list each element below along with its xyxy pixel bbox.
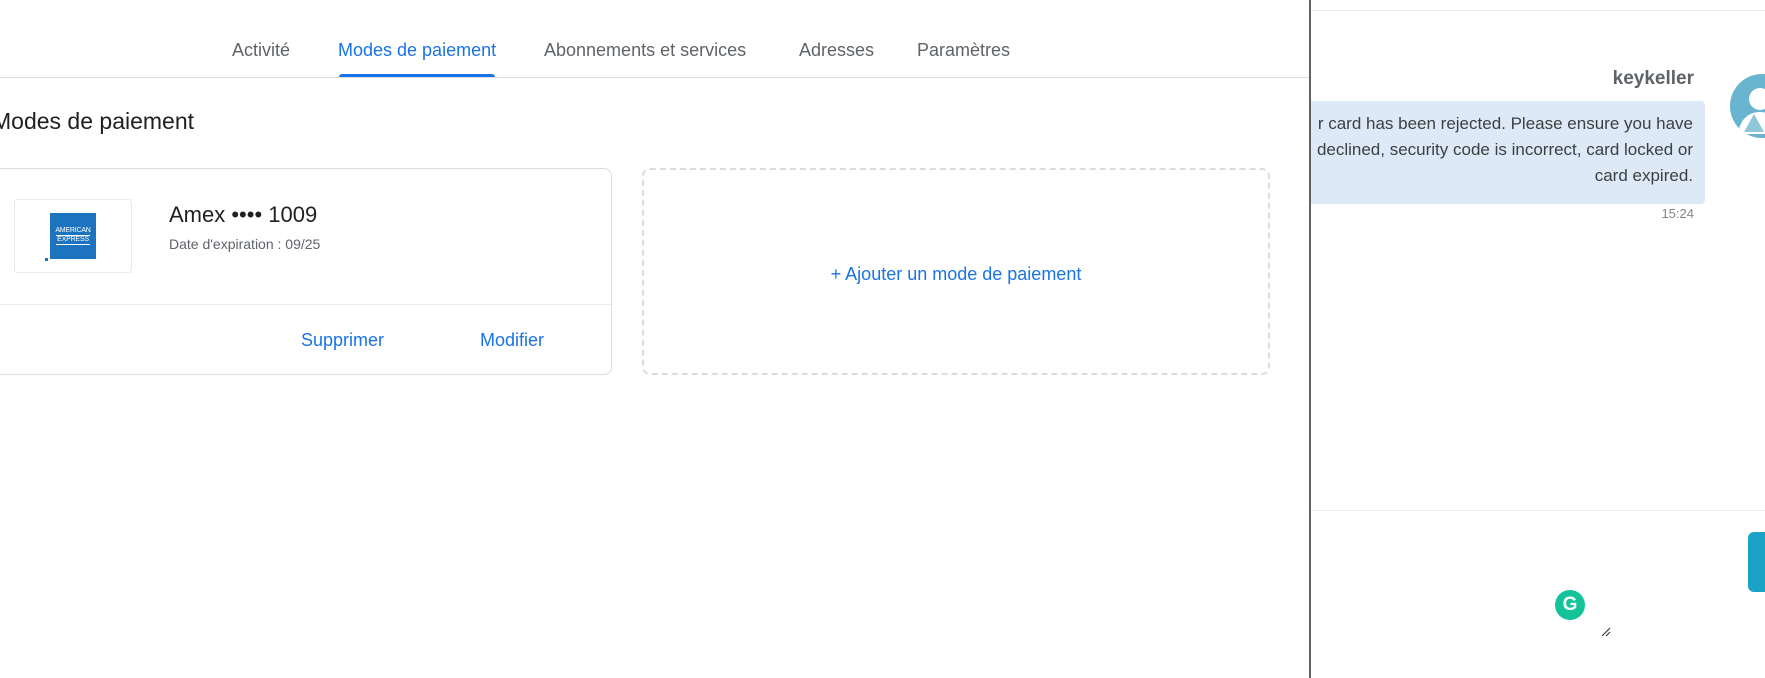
amex-logo-icon: AMERICAN EXPRESS	[50, 213, 96, 259]
message-line: r card has been rejected. Please ensure …	[1317, 114, 1693, 133]
amex-logo-line-1: AMERICAN	[55, 227, 91, 234]
chat-panel: keykeller r card has been rejected. Plea…	[1311, 0, 1765, 678]
tab-label: Adresses	[799, 40, 875, 60]
tab-label: Modes de paiement	[338, 40, 497, 60]
tab-activite[interactable]: Activité	[232, 40, 290, 77]
card-name: Amex •••• 1009	[169, 202, 318, 227]
delete-card-button[interactable]: Supprimer	[301, 330, 384, 351]
edit-card-button[interactable]: Modifier	[480, 330, 544, 351]
amex-logo-line-2: EXPRESS	[56, 235, 90, 245]
tab-label: Abonnements et services	[544, 40, 747, 60]
tab-adresses[interactable]: Adresses	[799, 40, 874, 77]
card-logo-frame: AMERICAN EXPRESS	[14, 199, 132, 273]
amex-logo-mark	[45, 258, 48, 261]
resize-handle-glyph	[1601, 627, 1611, 637]
add-payment-method-label: + Ajouter un mode de paiement	[830, 264, 1082, 284]
tab-label: Paramètres	[917, 40, 1011, 60]
active-tab-indicator	[339, 74, 496, 77]
compose-divider	[1311, 510, 1765, 511]
chat-header-divider	[1311, 10, 1765, 11]
add-payment-method-button[interactable]: + Ajouter un mode de paiement	[642, 168, 1270, 375]
message-timestamp: 15:24	[1661, 206, 1694, 221]
card-expiry: Date d'expiration : 09/25	[169, 236, 321, 252]
message-line: card expired.	[1594, 166, 1693, 185]
section-title: Modes de paiement	[0, 108, 195, 134]
message-line: declined, security code is incorrect, ca…	[1316, 140, 1693, 159]
tab-parametres[interactable]: Paramètres	[917, 40, 1010, 77]
send-button[interactable]	[1748, 532, 1765, 592]
tab-label: Activité	[232, 40, 291, 60]
message-bubble: r card has been rejected. Please ensure …	[1311, 101, 1705, 204]
tab-abonnements-et-services[interactable]: Abonnements et services	[544, 40, 746, 77]
payments-panel: Activité Modes de paiement Abonnements e…	[0, 0, 1309, 678]
message-sender: keykeller	[1612, 68, 1694, 89]
tab-bar: Activité Modes de paiement Abonnements e…	[0, 0, 1309, 78]
payment-method-card: AMERICAN EXPRESS Amex •••• 1009 Date d'e…	[0, 168, 612, 375]
user-avatar-icon	[1730, 74, 1765, 138]
grammarly-icon[interactable]: G	[1555, 590, 1585, 620]
resize-handle-icon[interactable]	[1600, 625, 1612, 637]
user-avatar-glyph	[1738, 88, 1765, 134]
card-divider	[0, 304, 611, 305]
tab-modes-de-paiement[interactable]: Modes de paiement	[338, 40, 496, 77]
